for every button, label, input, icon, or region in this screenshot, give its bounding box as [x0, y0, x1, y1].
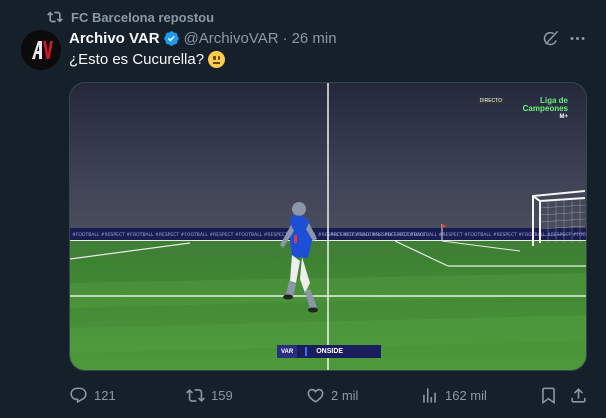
repost-icon: [47, 11, 63, 23]
repost-count: 159: [211, 387, 233, 403]
svg-text:#RESPECT #FOOTBALL #RESPECT #F: #RESPECT #FOOTBALL #RESPECT #FOOTBALL #R…: [330, 232, 587, 238]
live-badge: DIRECTO: [477, 98, 504, 104]
repost-indicator[interactable]: FC Barcelona repostou: [47, 8, 214, 26]
avatar[interactable]: [21, 30, 61, 70]
more-options-icon[interactable]: [568, 29, 587, 48]
repost-button[interactable]: 159: [186, 385, 233, 405]
bookmark-button[interactable]: [539, 385, 564, 405]
author-name[interactable]: Archivo VAR: [69, 30, 160, 47]
like-count: 2 mil: [331, 387, 359, 403]
tweet-text: ¿Esto es Cucurella?: [69, 51, 226, 68]
reply-count: 121: [94, 387, 116, 403]
timestamp[interactable]: 26 min: [292, 30, 337, 47]
var-decision-label: ONSIDE: [305, 347, 381, 356]
neutral-face-emoji-icon: [208, 51, 226, 68]
view-count: 162 mil: [445, 387, 487, 403]
like-button[interactable]: 2 mil: [306, 385, 358, 405]
share-icon: [571, 387, 586, 403]
advertising-boards: #FOOTBALL #RESPECT #FOOTBALL #RESPECT #F…: [72, 232, 587, 238]
heart-icon: [307, 388, 324, 403]
reply-icon: [70, 387, 87, 403]
verified-badge-icon: [163, 30, 179, 46]
archivo-var-logo: [21, 30, 61, 70]
tweet-card[interactable]: FC Barcelona repostou Archivo VAR @Archi…: [0, 0, 606, 418]
share-button[interactable]: [569, 385, 594, 405]
competition-title-2: Campeones: [522, 104, 568, 113]
repost-label: FC Barcelona repostou: [71, 9, 215, 25]
var-tag: VAR: [277, 345, 298, 358]
separator: ·: [282, 29, 288, 47]
tweet-body: ¿Esto es Cucurella?: [69, 51, 205, 68]
var-replay-image: #FOOTBALL #RESPECT #FOOTBALL #RESPECT #F…: [70, 83, 587, 370]
bookmark-icon: [542, 387, 555, 404]
var-decision-bar: VAR ONSIDE: [277, 345, 381, 358]
reply-button[interactable]: 121: [69, 385, 116, 405]
broadcast-logo: DIRECTO Liga de Campeones M+: [477, 97, 568, 120]
repost-icon: [186, 388, 205, 402]
tweet-media[interactable]: #FOOTBALL #RESPECT #FOOTBALL #RESPECT #F…: [69, 82, 587, 371]
author-handle[interactable]: @ArchivoVAR: [184, 30, 279, 47]
grok-icon[interactable]: [541, 29, 560, 48]
channel-logo: M+: [559, 114, 568, 120]
tweet-header: Archivo VAR @ArchivoVAR · 26 min: [69, 28, 337, 48]
views-button[interactable]: 162 mil: [420, 385, 487, 405]
tweet-actions: 121 159 2 mil 162 mil: [69, 385, 587, 405]
analytics-icon: [423, 387, 436, 403]
